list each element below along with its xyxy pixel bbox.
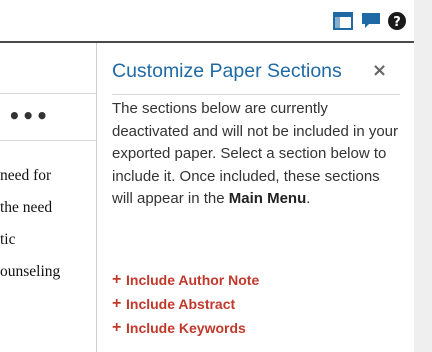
right-gutter — [414, 0, 432, 352]
svg-text:?: ? — [393, 15, 401, 30]
include-label: Include Keywords — [126, 320, 246, 336]
document-line: ounseling — [0, 263, 61, 280]
top-toolbar: ? — [0, 0, 432, 43]
description-end: . — [306, 190, 311, 207]
main-menu-label: Main Menu — [228, 190, 307, 207]
panel-title: Customize Paper Sections — [112, 60, 342, 82]
panel-divider — [112, 94, 400, 95]
plus-icon: + — [112, 295, 122, 312]
include-label: Include Author Note — [126, 272, 260, 288]
help-icon[interactable]: ? — [386, 10, 408, 32]
include-keywords-link[interactable]: + Include Keywords — [112, 316, 259, 340]
include-author-note-link[interactable]: + Include Author Note — [112, 268, 259, 292]
include-section-list: + Include Author Note + Include Abstract… — [112, 268, 259, 340]
document-line: tic — [0, 231, 16, 248]
plus-icon: + — [112, 319, 122, 336]
close-icon[interactable]: × — [372, 60, 390, 82]
document-text: need for the need tic ounseling — [0, 166, 96, 294]
plus-icon: + — [112, 271, 122, 288]
customize-sections-panel: Customize Paper Sections × The sections … — [96, 43, 414, 352]
document-line: the need — [0, 199, 53, 216]
document-header: ••• — [0, 93, 96, 141]
include-label: Include Abstract — [126, 296, 236, 312]
more-options-button[interactable]: ••• — [8, 104, 49, 128]
chat-icon[interactable] — [360, 10, 382, 32]
document-area: ••• need for the need tic ounseling — [0, 43, 96, 352]
panel-description: The sections below are currently deactiv… — [112, 98, 400, 211]
document-line: need for — [0, 167, 52, 184]
include-abstract-link[interactable]: + Include Abstract — [112, 292, 259, 316]
layout-icon[interactable] — [332, 10, 354, 32]
